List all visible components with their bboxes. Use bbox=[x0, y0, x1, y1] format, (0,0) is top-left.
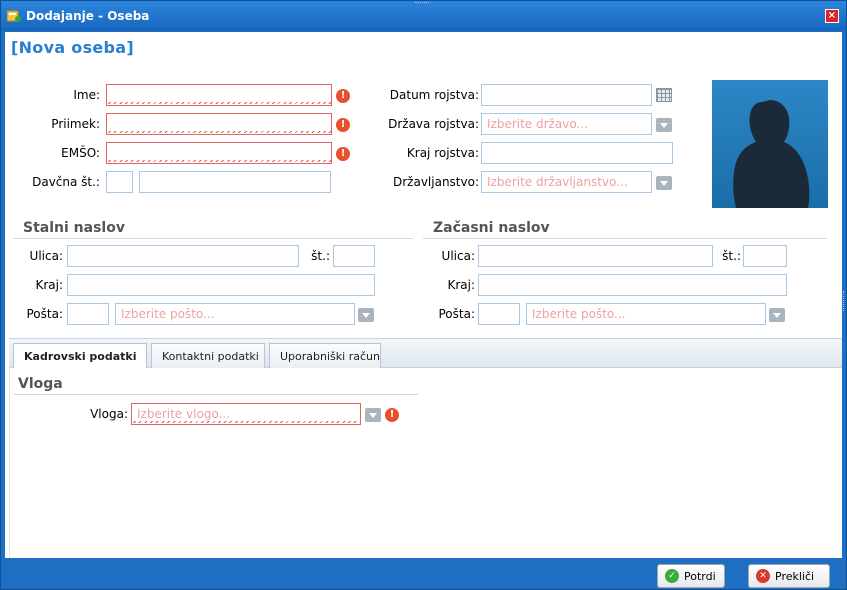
emso-input[interactable] bbox=[106, 142, 332, 164]
tab-panel-kadrovski: Vloga Vloga: Izberite vlogo... ! bbox=[9, 368, 842, 558]
priimek-input[interactable] bbox=[106, 113, 332, 135]
dialog-body: [Nova oseba] Ime: ! Priimek: ! EMŠO: ! D… bbox=[5, 32, 842, 558]
stalni-st-label: št.: bbox=[311, 249, 330, 263]
drzavljanstvo-placeholder: Izberite državljanstvo... bbox=[487, 175, 628, 189]
title-bar[interactable]: Dodajanje - Oseba × bbox=[1, 1, 846, 31]
stalni-st-input[interactable] bbox=[333, 245, 375, 267]
emso-error-icon: ! bbox=[336, 147, 350, 161]
dialog-window: Dodajanje - Oseba × [Nova oseba] Ime: ! … bbox=[0, 0, 847, 590]
kraj-rojstva-input[interactable] bbox=[481, 142, 673, 164]
chevron-down-icon[interactable] bbox=[358, 308, 374, 322]
davcna-prefix-input[interactable] bbox=[106, 171, 133, 193]
priimek-label: Priimek: bbox=[51, 117, 100, 131]
stalni-kraj-label: Kraj: bbox=[35, 278, 63, 292]
checkmark-icon: ✓ bbox=[665, 569, 679, 583]
drzava-rojstva-label: Država rojstva: bbox=[388, 117, 479, 131]
chevron-down-icon[interactable] bbox=[769, 308, 785, 322]
stalni-kraj-input[interactable] bbox=[67, 274, 375, 296]
cancel-icon: ✕ bbox=[756, 569, 770, 583]
tab-kadrovski-podatki[interactable]: Kadrovski podatki bbox=[13, 343, 147, 370]
page-title: [Nova oseba] bbox=[11, 38, 135, 57]
kraj-rojstva-label: Kraj rojstva: bbox=[406, 146, 479, 160]
drzavljanstvo-label: Državljanstvo: bbox=[393, 175, 479, 189]
zacasni-ulica-label: Ulica: bbox=[441, 249, 475, 263]
drzava-rojstva-select[interactable]: Izberite državo... bbox=[481, 113, 652, 135]
vloga-section-title: Vloga bbox=[18, 376, 63, 392]
zacasni-posta-code-input[interactable] bbox=[478, 303, 520, 325]
datum-rojstva-label: Datum rojstva: bbox=[389, 88, 479, 102]
divider bbox=[14, 394, 418, 395]
ime-error-icon: ! bbox=[336, 89, 350, 103]
cancel-button[interactable]: ✕ Prekliči bbox=[748, 564, 830, 588]
cancel-label: Prekliči bbox=[775, 570, 815, 583]
emso-label: EMŠO: bbox=[61, 146, 100, 160]
davcna-input[interactable] bbox=[139, 171, 331, 193]
chevron-down-icon[interactable] bbox=[656, 118, 672, 132]
stalni-posta-placeholder: Izberite pošto... bbox=[121, 307, 215, 321]
resize-handle[interactable] bbox=[843, 291, 846, 311]
vloga-select[interactable]: Izberite vlogo... bbox=[131, 403, 361, 425]
footer-bar: ✓ Potrdi ✕ Prekliči bbox=[5, 558, 842, 588]
stalni-ulica-label: Ulica: bbox=[29, 249, 63, 263]
calendar-icon[interactable] bbox=[656, 88, 672, 102]
stalni-naslov-title: Stalni naslov bbox=[23, 220, 125, 236]
zacasni-st-label: št.: bbox=[722, 249, 741, 263]
confirm-label: Potrdi bbox=[684, 570, 716, 583]
ime-input[interactable] bbox=[106, 84, 332, 106]
stalni-posta-label: Pošta: bbox=[26, 307, 63, 321]
stalni-posta-code-input[interactable] bbox=[67, 303, 109, 325]
drzavljanstvo-select[interactable]: Izberite državljanstvo... bbox=[481, 171, 652, 193]
zacasni-kraj-label: Kraj: bbox=[447, 278, 475, 292]
zacasni-kraj-input[interactable] bbox=[478, 274, 787, 296]
vloga-placeholder: Izberite vlogo... bbox=[137, 407, 230, 421]
confirm-button[interactable]: ✓ Potrdi bbox=[657, 564, 725, 588]
davcna-label: Davčna št.: bbox=[32, 175, 100, 189]
chevron-down-icon[interactable] bbox=[656, 176, 672, 190]
zacasni-naslov-title: Začasni naslov bbox=[433, 220, 550, 236]
drag-grip[interactable] bbox=[415, 2, 429, 5]
divider bbox=[13, 238, 413, 239]
tab-kontaktni-podatki[interactable]: Kontaktni podatki bbox=[151, 343, 265, 369]
stalni-ulica-input[interactable] bbox=[67, 245, 299, 267]
zacasni-ulica-input[interactable] bbox=[478, 245, 713, 267]
drzava-placeholder: Izberite državo... bbox=[487, 117, 588, 131]
avatar[interactable] bbox=[712, 80, 828, 208]
datum-rojstva-input[interactable] bbox=[481, 84, 652, 106]
close-button[interactable]: × bbox=[825, 9, 839, 23]
person-silhouette-icon bbox=[733, 100, 810, 208]
tab-uporabniski-racun[interactable]: Uporabniški račun bbox=[269, 343, 381, 369]
ime-label: Ime: bbox=[73, 88, 100, 102]
stalni-posta-select[interactable]: Izberite pošto... bbox=[115, 303, 355, 325]
tab-bar: Kadrovski podatki Kontaktni podatki Upor… bbox=[9, 338, 842, 370]
window-title: Dodajanje - Oseba bbox=[26, 9, 150, 23]
zacasni-posta-select[interactable]: Izberite pošto... bbox=[526, 303, 766, 325]
zacasni-st-input[interactable] bbox=[743, 245, 787, 267]
zacasni-posta-label: Pošta: bbox=[438, 307, 475, 321]
add-person-icon bbox=[7, 10, 21, 22]
vloga-error-icon: ! bbox=[385, 408, 399, 422]
divider bbox=[423, 238, 827, 239]
priimek-error-icon: ! bbox=[336, 118, 350, 132]
zacasni-posta-placeholder: Izberite pošto... bbox=[532, 307, 626, 321]
chevron-down-icon[interactable] bbox=[365, 408, 381, 422]
vloga-label: Vloga: bbox=[90, 407, 128, 421]
